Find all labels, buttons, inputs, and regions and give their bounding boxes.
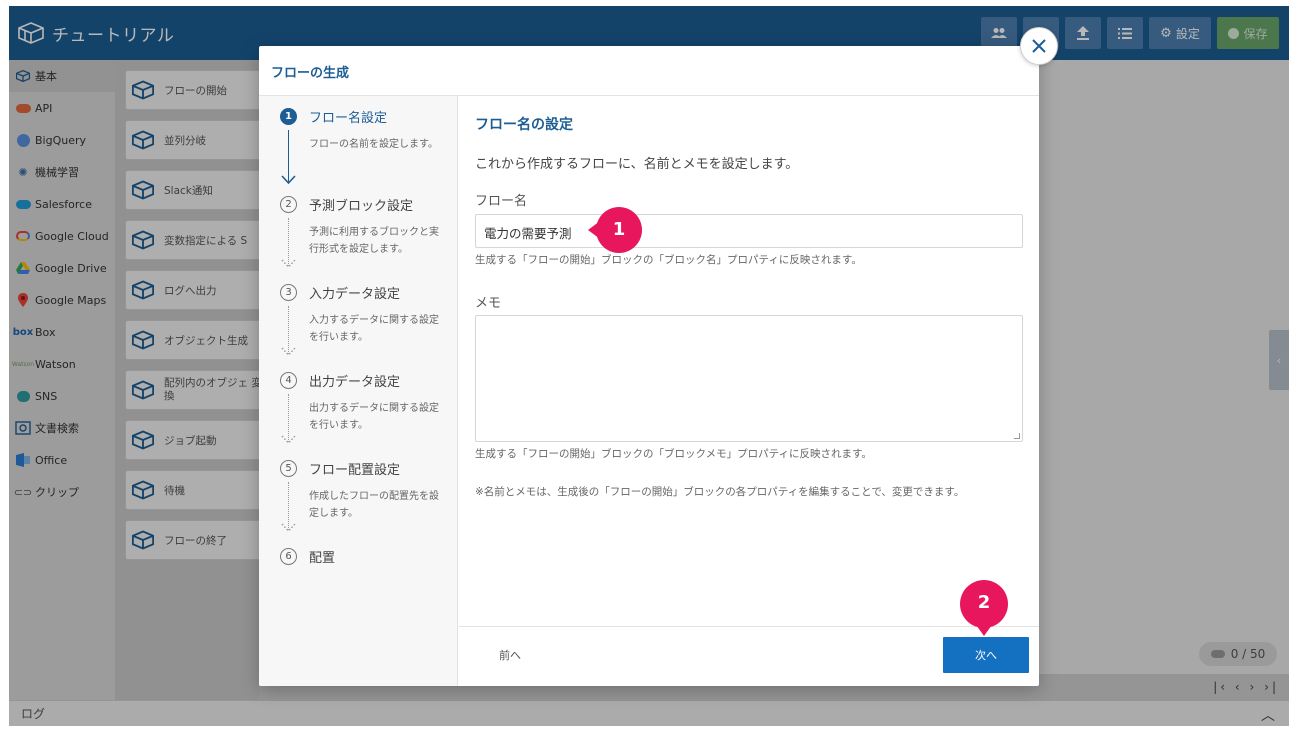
step-number: 1 [280,108,297,125]
arrow-down-icon [281,435,296,445]
step-description: フローの名前を設定します。 [309,139,438,150]
step-title: フロー名設定 [309,111,388,126]
next-button[interactable]: 次へ [943,637,1029,673]
callout-badge: 1 [584,207,642,255]
callout-number: 2 [977,591,991,613]
step-number: 6 [280,548,297,565]
flow-name-input[interactable]: 電力の需要予測 [475,214,1023,248]
flow-name-label: フロー名 [475,194,528,209]
step-description: 入力するデータに関する設定を行います。 [309,315,439,343]
dialog-title: フローの生成 [271,66,350,81]
step-description: 出力するデータに関する設定を行います。 [309,403,439,431]
step-number: 5 [280,460,297,477]
step-number: 3 [280,284,297,301]
section-title: フロー名の設定 [475,117,573,133]
wizard-content: フロー名の設定 これから作成するフローに、名前とメモを設定します。 フロー名 電… [459,96,1039,626]
dialog-footer: 前へ 次へ [459,626,1039,686]
memo-hint: 生成する「フローの開始」ブロックの「ブロックメモ」プロパティに反映されます。 [475,448,872,460]
memo-label: メモ [475,296,502,311]
prev-button[interactable]: 前へ [499,647,521,663]
resize-handle-icon[interactable] [1014,433,1020,439]
dialog-header: フローの生成 [259,46,1039,96]
step-description: 予測に利用するブロックと実行形式を設定します。 [309,227,439,255]
step-title: 予測ブロック設定 [309,199,414,214]
close-dialog-button[interactable] [1020,27,1058,65]
step-number: 4 [280,372,297,389]
flow-name-hint: 生成する「フローの開始」ブロックの「ブロック名」プロパティに反映されます。 [475,254,862,266]
wizard-stepper: 1 フロー名設定 フローの名前を設定します。 2 予測ブロック設定 予測に利用す… [259,96,458,686]
step-title: 出力データ設定 [309,375,401,390]
section-description: これから作成するフローに、名前とメモを設定します。 [475,157,799,172]
step-number: 2 [280,196,297,213]
arrow-down-icon [281,175,296,185]
flow-create-dialog: フローの生成 1 フロー名設定 フローの名前を設定します。 2 予測ブロック設定… [259,46,1039,686]
callout-number: 1 [612,218,626,240]
arrow-down-icon [281,347,296,357]
step-title: 配置 [309,551,336,566]
arrow-down-icon [281,523,296,533]
memo-textarea[interactable] [475,315,1023,442]
arrow-down-icon [281,259,296,269]
step-title: 入力データ設定 [309,287,401,302]
note-text: ※名前とメモは、生成後の「フローの開始」ブロックの各プロパティを編集することで、… [475,486,965,498]
close-icon [1032,39,1046,53]
callout-badge: 2 [960,580,1008,636]
step-description: 作成したフローの配置先を設定します。 [309,491,439,519]
step-title: フロー配置設定 [309,463,401,478]
